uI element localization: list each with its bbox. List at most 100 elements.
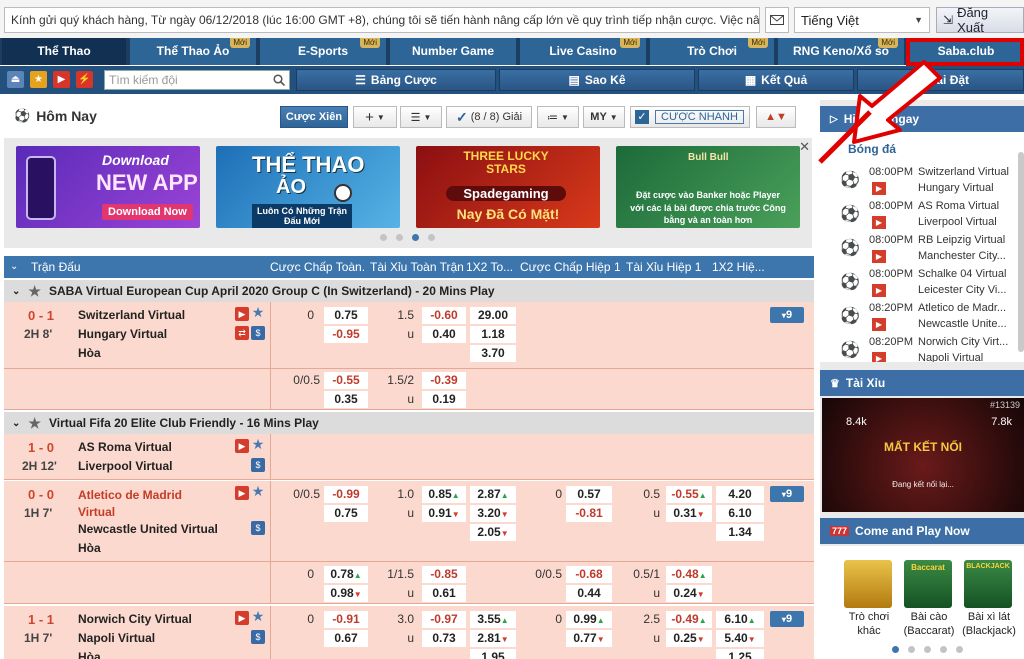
more-bets-button[interactable]: ▾9 [770, 611, 804, 627]
odds-cell[interactable]: 2.05▼ [470, 524, 516, 541]
odds-cell[interactable]: 0.75 [324, 505, 368, 522]
odds-cell[interactable]: -0.60 [422, 307, 466, 324]
game-label[interactable]: Bài cào (Baccarat) [900, 610, 958, 638]
game-tile[interactable] [844, 560, 892, 608]
odds-type-select[interactable]: MY ▼ [583, 106, 625, 128]
odds-cell[interactable]: -0.49▲ [666, 611, 712, 628]
odds-cell[interactable]: 6.10 [716, 505, 764, 522]
odds-cell[interactable]: 0.73 [422, 630, 466, 647]
live-item[interactable]: ⚽ 08:00PM ▶ RB Leipzig Virtual Mancheste… [822, 232, 1012, 266]
odds-cell[interactable]: 0.99▲ [566, 611, 612, 628]
scrollbar[interactable] [1018, 152, 1024, 352]
odds-cell[interactable]: 0.91▼ [422, 505, 466, 522]
chevron-down-icon[interactable]: ⌄ [10, 256, 18, 278]
carousel-dot[interactable] [396, 234, 403, 241]
add-dropdown[interactable]: + ▼ [353, 106, 397, 128]
odds-cell[interactable]: -0.68 [566, 566, 612, 583]
odds-cell[interactable]: 0.35 [324, 391, 368, 408]
tab-games[interactable]: Trò Chơi Mới [650, 38, 776, 65]
star-icon[interactable]: ★ [30, 71, 47, 88]
banner-virtual-sports[interactable]: THỂ THAO ẢO Luôn Có Những Trận Đấu Mới [216, 146, 400, 228]
league-filter-button[interactable]: ✓ (8 / 8) Giải [446, 106, 532, 128]
odds-cell[interactable]: 4.20 [716, 486, 764, 503]
odds-cell[interactable]: 5.40▼ [716, 630, 764, 647]
live-item[interactable]: ⚽ 08:00PM ▶ Switzerland Virtual Hungary … [822, 164, 1012, 198]
odds-cell[interactable]: 0.67 [324, 630, 368, 647]
odds-cell[interactable]: 0.57 [566, 486, 612, 503]
stats-icon[interactable]: ⇄ [235, 326, 249, 340]
odds-cell[interactable]: 1.18 [470, 326, 516, 343]
play-icon[interactable]: ▶ [53, 71, 70, 88]
live-item[interactable]: ⚽ 08:20PM ▶ Norwich City Virt... Napoli … [822, 334, 1012, 362]
mail-button[interactable] [765, 7, 789, 33]
close-icon[interactable]: ✕ [799, 139, 810, 155]
live-item[interactable]: ⚽ 08:00PM ▶ AS Roma Virtual Liverpool Vi… [822, 198, 1012, 232]
odds-cell[interactable]: 0.78▲ [324, 566, 368, 583]
runner-icon[interactable]: ⚡ [76, 71, 93, 88]
carousel-dot-active[interactable] [892, 646, 899, 653]
odds-cell[interactable]: 0.85▲ [422, 486, 466, 503]
odds-cell[interactable]: -0.48▲ [666, 566, 712, 583]
cashout-icon[interactable]: $ [251, 630, 265, 644]
eject-icon[interactable]: ⏏ [7, 71, 24, 88]
tab-sports[interactable]: Thể Thao [2, 38, 128, 65]
banner-bull-bull[interactable]: Bull Bull Đặt cược vào Banker hoặc Playe… [616, 146, 800, 228]
tab-number-game[interactable]: Number Game [390, 38, 518, 65]
taixiu-game[interactable]: #13139 8.4k 7.8k MẤT KẾT NỐI Đang kết nố… [822, 398, 1024, 512]
more-bets-button[interactable]: ▾9 [770, 486, 804, 502]
sort-order-button[interactable]: ▲▼ [756, 106, 796, 128]
star-icon[interactable]: ★ [251, 609, 265, 623]
star-icon[interactable]: ★ [28, 283, 41, 300]
carousel-dot-active[interactable] [412, 234, 419, 241]
tab-live-casino[interactable]: Live Casino Mới [520, 38, 648, 65]
odds-cell[interactable]: 1.34 [716, 524, 764, 541]
live-tv-icon[interactable]: ▶ [235, 439, 249, 453]
odds-cell[interactable]: 0.44 [566, 585, 612, 602]
odds-cell[interactable]: 1.95 [470, 649, 516, 659]
odds-cell[interactable]: 2.87▲ [470, 486, 516, 503]
tab-esports[interactable]: E-Sports Mới [260, 38, 388, 65]
odds-cell[interactable]: 0.98▼ [324, 585, 368, 602]
carousel-dot[interactable] [428, 234, 435, 241]
live-item[interactable]: ⚽ 08:20PM ▶ Atletico de Madr... Newcastl… [822, 300, 1012, 334]
odds-cell[interactable]: 0.77▼ [566, 630, 612, 647]
star-icon[interactable]: ★ [251, 484, 265, 498]
odds-cell[interactable]: -0.91 [324, 611, 368, 628]
search-input[interactable]: Tìm kiếm đội [104, 70, 290, 90]
odds-cell[interactable]: 0.24▼ [666, 585, 712, 602]
odds-cell[interactable]: 2.81▼ [470, 630, 516, 647]
carousel-dot[interactable] [956, 646, 963, 653]
live-tv-icon[interactable]: ▶ [235, 486, 249, 500]
banner-app-download[interactable]: Download NEW APP Download Now [16, 146, 200, 228]
odds-cell[interactable]: 0.25▼ [666, 630, 712, 647]
statement-button[interactable]: ▤ Sao Kê [499, 69, 695, 91]
cashout-icon[interactable]: $ [251, 458, 265, 472]
game-tile[interactable]: BLACKJACK [964, 560, 1012, 608]
game-label[interactable]: Trò chơi khác [840, 610, 898, 638]
sort-dropdown[interactable]: ☰ ▼ [400, 106, 442, 128]
banner-three-lucky-stars[interactable]: THREE LUCKY STARS Spadegaming Nay Đã Có … [416, 146, 600, 228]
odds-cell[interactable]: 6.10▲ [716, 611, 764, 628]
odds-cell[interactable]: 3.55▲ [470, 611, 516, 628]
odds-cell[interactable]: -0.55▲ [666, 486, 712, 503]
odds-cell[interactable]: 0.31▼ [666, 505, 712, 522]
live-tv-icon[interactable]: ▶ [235, 611, 249, 625]
cashout-icon[interactable]: $ [251, 326, 265, 340]
odds-cell[interactable]: 29.00 [470, 307, 516, 324]
odds-cell[interactable]: -0.81 [566, 505, 612, 522]
odds-cell[interactable]: -0.85 [422, 566, 466, 583]
star-icon[interactable]: ★ [28, 415, 41, 432]
odds-cell[interactable]: -0.55 [324, 372, 368, 389]
carousel-dot[interactable] [380, 234, 387, 241]
odds-cell[interactable]: 0.40 [422, 326, 466, 343]
odds-cell[interactable]: -0.99 [324, 486, 368, 503]
quick-bet-toggle[interactable]: ✓ CƯỢC NHANH [630, 106, 750, 128]
live-item[interactable]: ⚽ 08:00PM ▶ Schalke 04 Virtual Leicester… [822, 266, 1012, 300]
carousel-dot[interactable] [908, 646, 915, 653]
carousel-dot[interactable] [924, 646, 931, 653]
live-tv-icon[interactable]: ▶ [235, 307, 249, 321]
parlay-button[interactable]: Cược Xiên [280, 106, 348, 128]
odds-cell[interactable]: -0.95 [324, 326, 368, 343]
odds-cell[interactable]: 0.19 [422, 391, 466, 408]
bet-table-button[interactable]: ☰ Bảng Cược [296, 69, 496, 91]
